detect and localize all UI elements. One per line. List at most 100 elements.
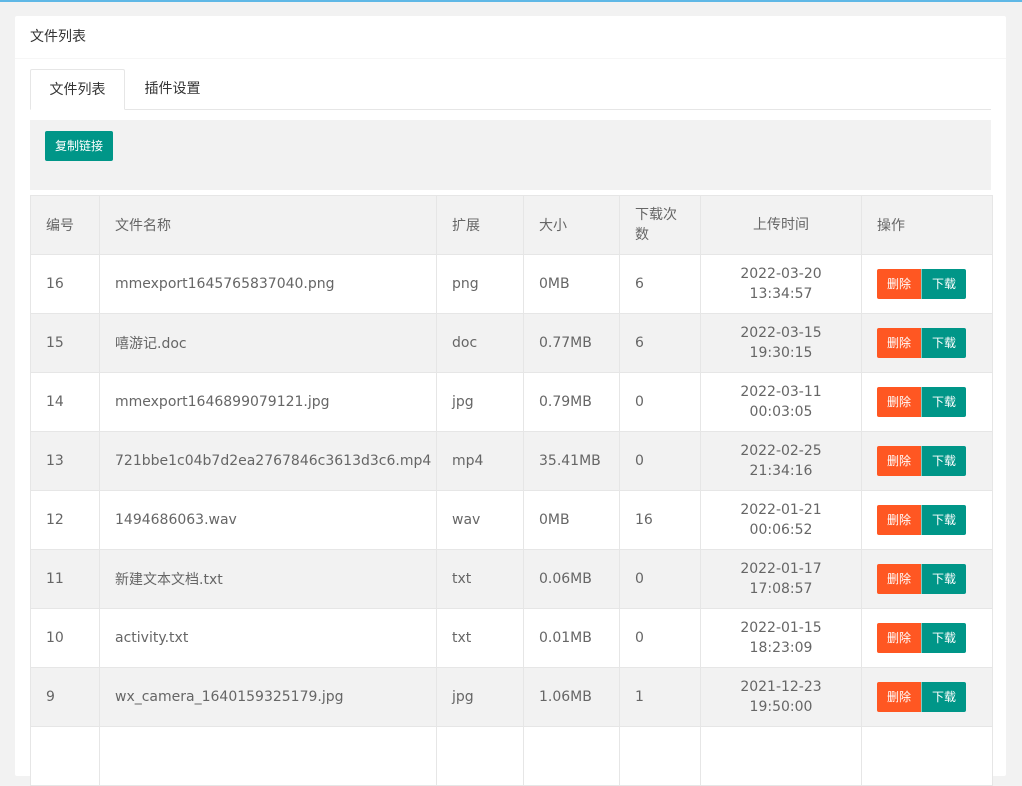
- tab-plugin-settings[interactable]: 插件设置: [125, 69, 220, 109]
- cell-downloads: 0: [619, 608, 701, 668]
- cell-upload-time: 2022-03-20 13:34:57: [700, 254, 862, 314]
- cell-ext: png: [436, 254, 524, 314]
- cell-filename: 嘻游记.doc: [99, 313, 437, 373]
- cell-ops: 删除 下载: [861, 667, 993, 727]
- table-header-row: 编号 文件名称 扩展 大小 下载次数 上传时间 操作: [30, 195, 993, 255]
- cell-ops: 删除 下载: [861, 313, 993, 373]
- upload-clock-time: 19:50:00: [749, 699, 813, 715]
- header-id: 编号: [30, 195, 100, 255]
- cell-size: 0MB: [523, 254, 620, 314]
- cell-downloads: 0: [619, 431, 701, 491]
- upload-date: 2022-01-21: [740, 502, 822, 518]
- header-size: 大小: [523, 195, 620, 255]
- table-row: 14 mmexport1646899079121.jpg jpg 0.79MB 0 202…: [30, 372, 993, 432]
- cell-upload-time: 2022-03-11 00:03:05: [700, 372, 862, 432]
- header-ops: 操作: [861, 195, 993, 255]
- download-button[interactable]: 下载: [921, 564, 967, 594]
- card-title: 文件列表: [15, 16, 1006, 59]
- tab-bar: 文件列表 插件设置: [30, 69, 991, 110]
- cell-ops: 删除 下载: [861, 490, 993, 550]
- cell-ext: jpg: [436, 667, 524, 727]
- cell-ops: 删除 下载: [861, 254, 993, 314]
- cell-id: 16: [30, 254, 100, 314]
- download-button[interactable]: 下载: [921, 505, 967, 535]
- delete-button[interactable]: 删除: [877, 269, 922, 299]
- cell-downloads: 0: [619, 372, 701, 432]
- cell-ops: 删除 下载: [861, 431, 993, 491]
- cell-downloads: 6: [619, 313, 701, 373]
- cell-ops: 删除 下载: [861, 608, 993, 668]
- cell-upload-time: 2022-03-15 19:30:15: [700, 313, 862, 373]
- delete-button[interactable]: 删除: [877, 564, 922, 594]
- cell-ext: txt: [436, 608, 524, 668]
- table-row: 9 wx_camera_1640159325179.jpg jpg 1.06MB 1 20…: [30, 667, 993, 727]
- cell-upload-time: 2022-02-25 21:34:16: [700, 431, 862, 491]
- delete-button[interactable]: 删除: [877, 682, 922, 712]
- cell-id: 9: [30, 667, 100, 727]
- cell-filename: wx_camera_1640159325179.jpg: [99, 667, 437, 727]
- cell-filename: mmexport1645765837040.png: [99, 254, 437, 314]
- download-button[interactable]: 下载: [921, 387, 967, 417]
- download-button[interactable]: 下载: [921, 446, 967, 476]
- cell-size: 1.06MB: [523, 667, 620, 727]
- upload-clock-time: 21:34:16: [749, 463, 813, 479]
- cell-downloads: [619, 726, 701, 786]
- upload-clock-time: 00:03:05: [749, 404, 813, 420]
- download-button[interactable]: 下载: [921, 328, 967, 358]
- table-row: [30, 726, 993, 786]
- cell-upload-time: [700, 726, 862, 786]
- cell-downloads: 6: [619, 254, 701, 314]
- upload-clock-time: 18:23:09: [749, 640, 813, 656]
- tab-file-list[interactable]: 文件列表: [30, 69, 125, 110]
- cell-upload-time: 2022-01-21 00:06:52: [700, 490, 862, 550]
- table-row: 16 mmexport1645765837040.png png 0MB 6 2022-0…: [30, 254, 993, 314]
- cell-id: [30, 726, 100, 786]
- cell-filename: activity.txt: [99, 608, 437, 668]
- table-row: 15 嘻游记.doc doc 0.77MB 6 2022-03-15 19:30:15 删除下…: [30, 313, 993, 373]
- upload-clock-time: 00:06:52: [749, 522, 813, 538]
- delete-button[interactable]: 删除: [877, 505, 922, 535]
- cell-id: 14: [30, 372, 100, 432]
- cell-filename: 721bbe1c04b7d2ea2767846c3613d3c6.mp4: [99, 431, 437, 491]
- delete-button[interactable]: 删除: [877, 446, 922, 476]
- cell-filename: 新建文本文档.txt: [99, 549, 437, 609]
- table-row: 13 721bbe1c04b7d2ea2767846c3613d3c6.mp4 mp…: [30, 431, 993, 491]
- upload-date: 2022-03-11: [740, 384, 822, 400]
- cell-id: 11: [30, 549, 100, 609]
- cell-ext: doc: [436, 313, 524, 373]
- cell-filename: mmexport1646899079121.jpg: [99, 372, 437, 432]
- top-accent-line: [0, 0, 1022, 2]
- cell-size: 0MB: [523, 490, 620, 550]
- copy-link-button[interactable]: 复制链接: [45, 131, 114, 161]
- cell-filename: 1494686063.wav: [99, 490, 437, 550]
- cell-upload-time: 2022-01-15 18:23:09: [700, 608, 862, 668]
- table-row: 12 1494686063.wav wav 0MB 16 2022-01-21 00:06:…: [30, 490, 993, 550]
- download-button[interactable]: 下载: [921, 623, 967, 653]
- delete-button[interactable]: 删除: [877, 387, 922, 417]
- upload-clock-time: 13:34:57: [749, 286, 813, 302]
- delete-button[interactable]: 删除: [877, 623, 922, 653]
- cell-filename: [99, 726, 437, 786]
- toolbar: 复制链接: [30, 120, 991, 190]
- upload-date: 2022-01-17: [740, 561, 822, 577]
- upload-clock-time: 17:08:57: [749, 581, 813, 597]
- cell-downloads: 1: [619, 667, 701, 727]
- cell-id: 12: [30, 490, 100, 550]
- delete-button[interactable]: 删除: [877, 328, 922, 358]
- cell-ext: txt: [436, 549, 524, 609]
- cell-id: 10: [30, 608, 100, 668]
- download-button[interactable]: 下载: [921, 682, 967, 712]
- cell-ops: [861, 726, 993, 786]
- cell-id: 15: [30, 313, 100, 373]
- cell-size: 35.41MB: [523, 431, 620, 491]
- header-downloads: 下载次数: [619, 195, 701, 255]
- header-ext: 扩展: [436, 195, 524, 255]
- cell-size: 0.06MB: [523, 549, 620, 609]
- download-button[interactable]: 下载: [921, 269, 967, 299]
- upload-date: 2022-03-20: [740, 266, 822, 282]
- cell-ext: wav: [436, 490, 524, 550]
- table-row: 11 新建文本文档.txt txt 0.06MB 0 2022-01-17 17:08:57…: [30, 549, 993, 609]
- cell-ext: mp4: [436, 431, 524, 491]
- upload-clock-time: 19:30:15: [749, 345, 813, 361]
- header-name: 文件名称: [99, 195, 437, 255]
